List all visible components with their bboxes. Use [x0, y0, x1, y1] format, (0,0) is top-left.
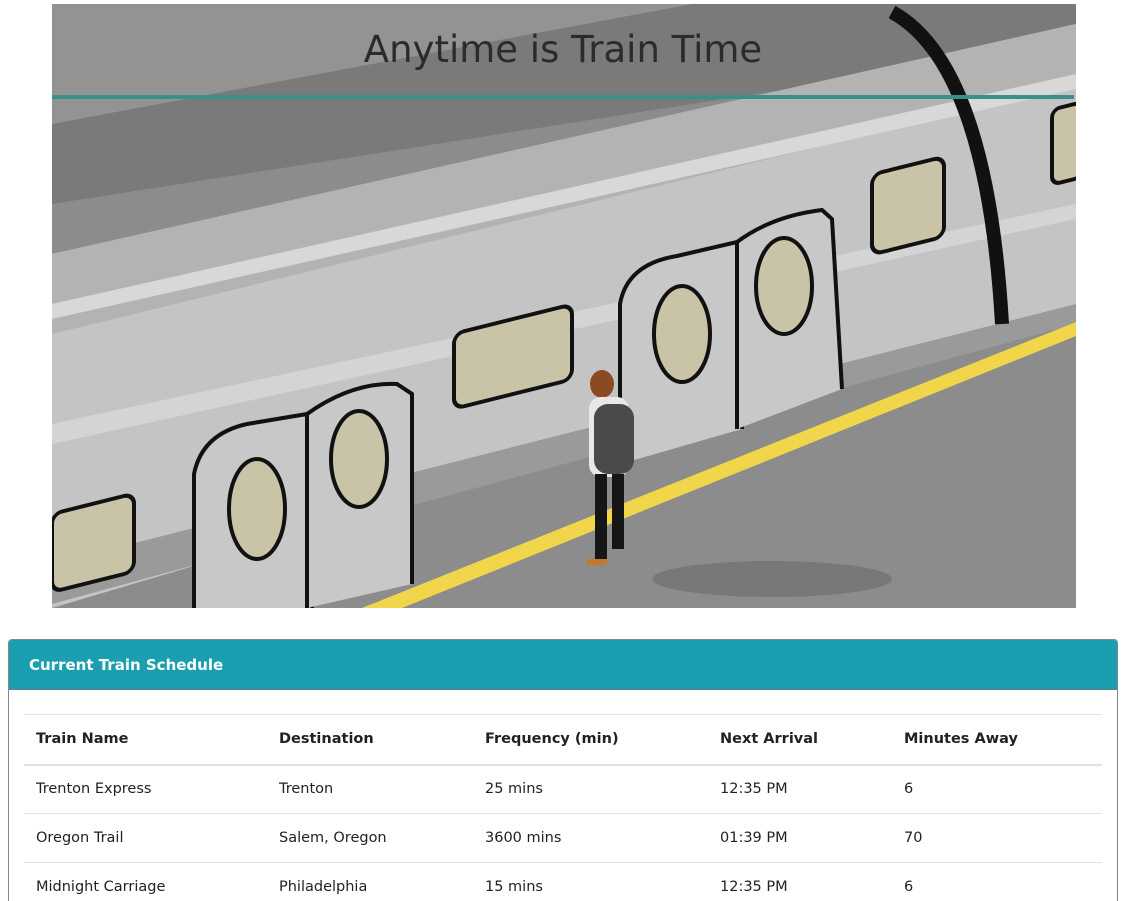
column-header-next-arrival: Next Arrival	[708, 714, 892, 766]
cell-train-name: Oregon Trail	[24, 813, 267, 863]
cell-frequency: 3600 mins	[473, 813, 708, 863]
schedule-card: Current Train Schedule Train Name Destin…	[8, 639, 1118, 901]
cell-next-arrival: 12:35 PM	[708, 764, 892, 814]
column-header-destination: Destination	[267, 714, 473, 766]
schedule-card-title: Current Train Schedule	[29, 655, 224, 674]
table-row: Oregon Trail Salem, Oregon 3600 mins 01:…	[24, 813, 1102, 863]
schedule-card-body: Train Name Destination Frequency (min) N…	[9, 690, 1117, 901]
table-header-row: Train Name Destination Frequency (min) N…	[24, 714, 1102, 766]
cell-destination: Philadelphia	[267, 862, 473, 901]
page-title: Anytime is Train Time	[363, 28, 763, 71]
title-divider	[52, 95, 1074, 99]
cell-next-arrival: 01:39 PM	[708, 813, 892, 863]
table-row: Trenton Express Trenton 25 mins 12:35 PM…	[24, 764, 1102, 814]
schedule-card-header: Current Train Schedule	[9, 640, 1117, 690]
cell-destination: Salem, Oregon	[267, 813, 473, 863]
cell-train-name: Midnight Carriage	[24, 862, 267, 901]
column-header-minutes-away: Minutes Away	[892, 714, 1102, 766]
cell-frequency: 15 mins	[473, 862, 708, 901]
train-schedule-table: Train Name Destination Frequency (min) N…	[24, 714, 1102, 901]
column-header-frequency: Frequency (min)	[473, 714, 708, 766]
cell-destination: Trenton	[267, 764, 473, 814]
cell-train-name: Trenton Express	[24, 764, 267, 814]
cell-next-arrival: 12:35 PM	[708, 862, 892, 901]
table-row: Midnight Carriage Philadelphia 15 mins 1…	[24, 862, 1102, 901]
cell-minutes-away: 6	[892, 862, 1102, 901]
page: Anytime is Train Time Current Train Sche…	[0, 0, 1134, 901]
column-header-train-name: Train Name	[24, 714, 267, 766]
cell-frequency: 25 mins	[473, 764, 708, 814]
cell-minutes-away: 6	[892, 764, 1102, 814]
cell-minutes-away: 70	[892, 813, 1102, 863]
